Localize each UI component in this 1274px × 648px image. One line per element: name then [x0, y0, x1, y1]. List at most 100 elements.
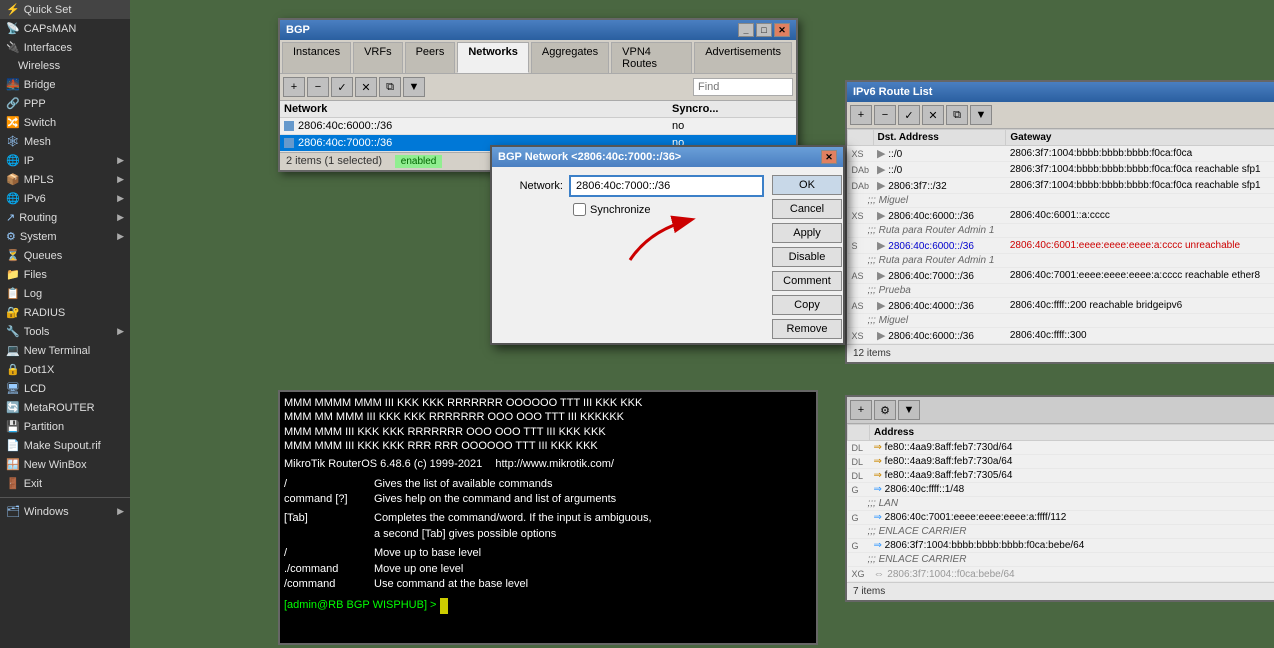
sidebar-item-routing[interactable]: ↗ Routing ▶ — [0, 208, 130, 227]
table-row[interactable]: DL ⇒ fe80::4aa9:8aff:feb7:7305/64 — [848, 469, 1274, 483]
tab-vpn4routes[interactable]: VPN4 Routes — [611, 42, 692, 73]
sidebar-item-dot1x[interactable]: 🔒 Dot1X — [0, 360, 130, 379]
ipv6-window-titlebar[interactable]: IPv6 Route List _ □ ✕ — [847, 82, 1274, 102]
sidebar-item-radius[interactable]: 🔐 RADIUS — [0, 303, 130, 322]
bgp-toolbar: + − ✓ ✕ ⧉ ▼ — [280, 74, 796, 101]
sidebar-item-label: IP — [24, 155, 34, 167]
system-icon: ⚙ — [6, 230, 16, 243]
table-row[interactable]: DAb ▶ 2806:3f7::/32 2806:3f7:1004:bbbb:b… — [848, 178, 1274, 194]
dst-cell: ▶ ::/0 — [873, 162, 1006, 178]
sidebar-item-mesh[interactable]: 🕸 Mesh — [0, 132, 130, 151]
sidebar-item-files[interactable]: 📁 Files — [0, 265, 130, 284]
remove-button[interactable]: Remove — [772, 319, 842, 339]
table-row[interactable]: G ⇒ 2806:40c:ffff::1/48 — [848, 483, 1274, 497]
comment-cell: ;;; Miguel — [848, 194, 1274, 208]
sidebar-item-metarouter[interactable]: 🔄 MetaROUTER — [0, 398, 130, 417]
terminal-content[interactable]: MMM MMMM MMM III KKK KKK RRRRRRR OOOOOO … — [280, 392, 816, 643]
ipv6-filter-button[interactable]: ▼ — [970, 105, 992, 125]
table-row[interactable]: S ▶ 2806:40c:6000::/36 2806:40c:6001:eee… — [848, 238, 1274, 254]
tab-vrfs[interactable]: VRFs — [353, 42, 403, 73]
windows-icon: 🗂 — [6, 505, 20, 518]
tab-instances[interactable]: Instances — [282, 42, 351, 73]
sidebar-item-lcd[interactable]: 🖥 LCD — [0, 379, 130, 398]
addr-btn2[interactable]: ⚙ — [874, 400, 896, 420]
x-button[interactable]: ✕ — [355, 77, 377, 97]
sidebar-item-interfaces[interactable]: 🔌 Interfaces — [0, 38, 130, 57]
table-row[interactable]: DL ⇒ fe80::4aa9:8aff:feb7:730a/64 — [848, 455, 1274, 469]
sidebar-item-windows[interactable]: 🗂 Windows ▶ — [0, 502, 130, 521]
gw-cell: 2806:3f7:1004:bbbb:bbbb:bbbb:f0ca:f0ca — [1006, 146, 1274, 162]
ipv6-x-button[interactable]: ✕ — [922, 105, 944, 125]
addr-cell: ⇒ fe80::4aa9:8aff:feb7:7305/64 — [870, 469, 1274, 483]
route-icon — [284, 121, 294, 131]
tab-aggregates[interactable]: Aggregates — [531, 42, 609, 73]
bgp-table-header: Network Syncro... — [280, 101, 796, 118]
bgp-window-titlebar[interactable]: BGP _ □ ✕ — [280, 20, 796, 40]
sidebar-item-exit[interactable]: 🚪 Exit — [0, 474, 130, 493]
table-row[interactable]: XS ▶ 2806:40c:6000::/36 2806:40c:ffff::3… — [848, 328, 1274, 344]
apply-button[interactable]: Apply — [772, 223, 842, 243]
sidebar-item-ip[interactable]: 🌐 IP ▶ — [0, 151, 130, 170]
comment-button[interactable]: Comment — [772, 271, 842, 291]
table-row[interactable]: 2806:40c:6000::/36 no — [280, 118, 796, 135]
search-input[interactable] — [693, 78, 793, 96]
sidebar-item-make-supout[interactable]: 📄 Make Supout.rif — [0, 436, 130, 455]
addr-btn3[interactable]: ▼ — [898, 400, 920, 420]
bgp-maximize-button[interactable]: □ — [756, 23, 772, 37]
tab-advertisements[interactable]: Advertisements — [694, 42, 792, 73]
tab-networks[interactable]: Networks — [457, 42, 529, 73]
dialog-window-controls: ✕ — [821, 150, 837, 164]
ipv6-add-button[interactable]: + — [850, 105, 872, 125]
ipv6-disable-button[interactable]: − — [874, 105, 896, 125]
sidebar-item-bridge[interactable]: 🌉 Bridge — [0, 75, 130, 94]
cancel-button[interactable]: Cancel — [772, 199, 842, 219]
tab-peers[interactable]: Peers — [405, 42, 456, 73]
table-row[interactable]: DAb ▶ ::/0 2806:3f7:1004:bbbb:bbbb:bbbb:… — [848, 162, 1274, 178]
sidebar-item-ipv6[interactable]: 🌐 IPv6 ▶ — [0, 189, 130, 208]
terminal-prompt-line[interactable]: [admin@RB BGP WISPHUB] > — [284, 598, 812, 613]
sidebar-item-quick-set[interactable]: ⚡ Quick Set — [0, 0, 130, 19]
sidebar-item-ppp[interactable]: 🔗 PPP — [0, 94, 130, 113]
quick-set-icon: ⚡ — [6, 3, 20, 16]
sidebar-item-mpls[interactable]: 📦 MPLS ▶ — [0, 170, 130, 189]
sidebar-item-wireless[interactable]: Wireless — [0, 57, 130, 75]
disable-button[interactable]: Disable — [772, 247, 842, 267]
add-button[interactable]: + — [283, 77, 305, 97]
check-button[interactable]: ✓ — [331, 77, 353, 97]
table-row[interactable]: XS ▶ ::/0 2806:3f7:1004:bbbb:bbbb:bbbb:f… — [848, 146, 1274, 162]
sidebar-item-new-winbox[interactable]: 🪟 New WinBox — [0, 455, 130, 474]
dialog-close-button[interactable]: ✕ — [821, 150, 837, 164]
bgp-minimize-button[interactable]: _ — [738, 23, 754, 37]
sidebar-item-system[interactable]: ⚙ System ▶ — [0, 227, 130, 246]
synchronize-checkbox[interactable] — [573, 203, 586, 216]
dialog-titlebar[interactable]: BGP Network <2806:40c:7000::/36> ✕ — [492, 147, 843, 167]
copy-button[interactable]: ⧉ — [379, 77, 401, 97]
table-row[interactable]: XG ⇔ 2806:3f7:1004::f0ca:bebe/64 — [848, 567, 1274, 582]
sidebar-item-partition[interactable]: 💾 Partition — [0, 417, 130, 436]
remove-button[interactable]: − — [307, 77, 329, 97]
sidebar-item-log[interactable]: 📋 Log — [0, 284, 130, 303]
filter-button[interactable]: ▼ — [403, 77, 425, 97]
ok-button[interactable]: OK — [772, 175, 842, 195]
ipv6-copy-button[interactable]: ⧉ — [946, 105, 968, 125]
comment-cell: ;;; LAN — [848, 497, 1274, 511]
table-row[interactable]: AS ▶ 2806:40c:7000::/36 2806:40c:7001:ee… — [848, 268, 1274, 284]
table-row[interactable]: G ⇒ 2806:40c:7001:eeee:eeee:eeee:a:ffff/… — [848, 511, 1274, 525]
sidebar-item-new-terminal[interactable]: 💻 New Terminal — [0, 341, 130, 360]
sidebar-item-tools[interactable]: 🔧 Tools ▶ — [0, 322, 130, 341]
ipv6-check-button[interactable]: ✓ — [898, 105, 920, 125]
table-row[interactable]: AS ▶ 2806:40c:4000::/36 2806:40c:ffff::2… — [848, 298, 1274, 314]
sidebar-item-label: Tools — [24, 326, 50, 338]
sidebar-item-capsman[interactable]: 📡 CAPsMAN — [0, 19, 130, 38]
sidebar-item-switch[interactable]: 🔀 Switch — [0, 113, 130, 132]
network-input[interactable] — [569, 175, 764, 197]
table-row[interactable]: G ⇒ 2806:3f7:1004:bbbb:bbbb:bbbb:f0ca:be… — [848, 539, 1274, 553]
sidebar-item-label: PPP — [24, 98, 46, 110]
table-row[interactable]: XS ▶ 2806:40c:6000::/36 2806:40c:6001::a… — [848, 208, 1274, 224]
sidebar-item-queues[interactable]: ⏳ Queues — [0, 246, 130, 265]
copy-button[interactable]: Copy — [772, 295, 842, 315]
addr-btn1[interactable]: + — [850, 400, 872, 420]
table-row[interactable]: DL ⇒ fe80::4aa9:8aff:feb7:730d/64 — [848, 441, 1274, 455]
bgp-close-button[interactable]: ✕ — [774, 23, 790, 37]
sidebar-item-label: Queues — [24, 250, 63, 262]
